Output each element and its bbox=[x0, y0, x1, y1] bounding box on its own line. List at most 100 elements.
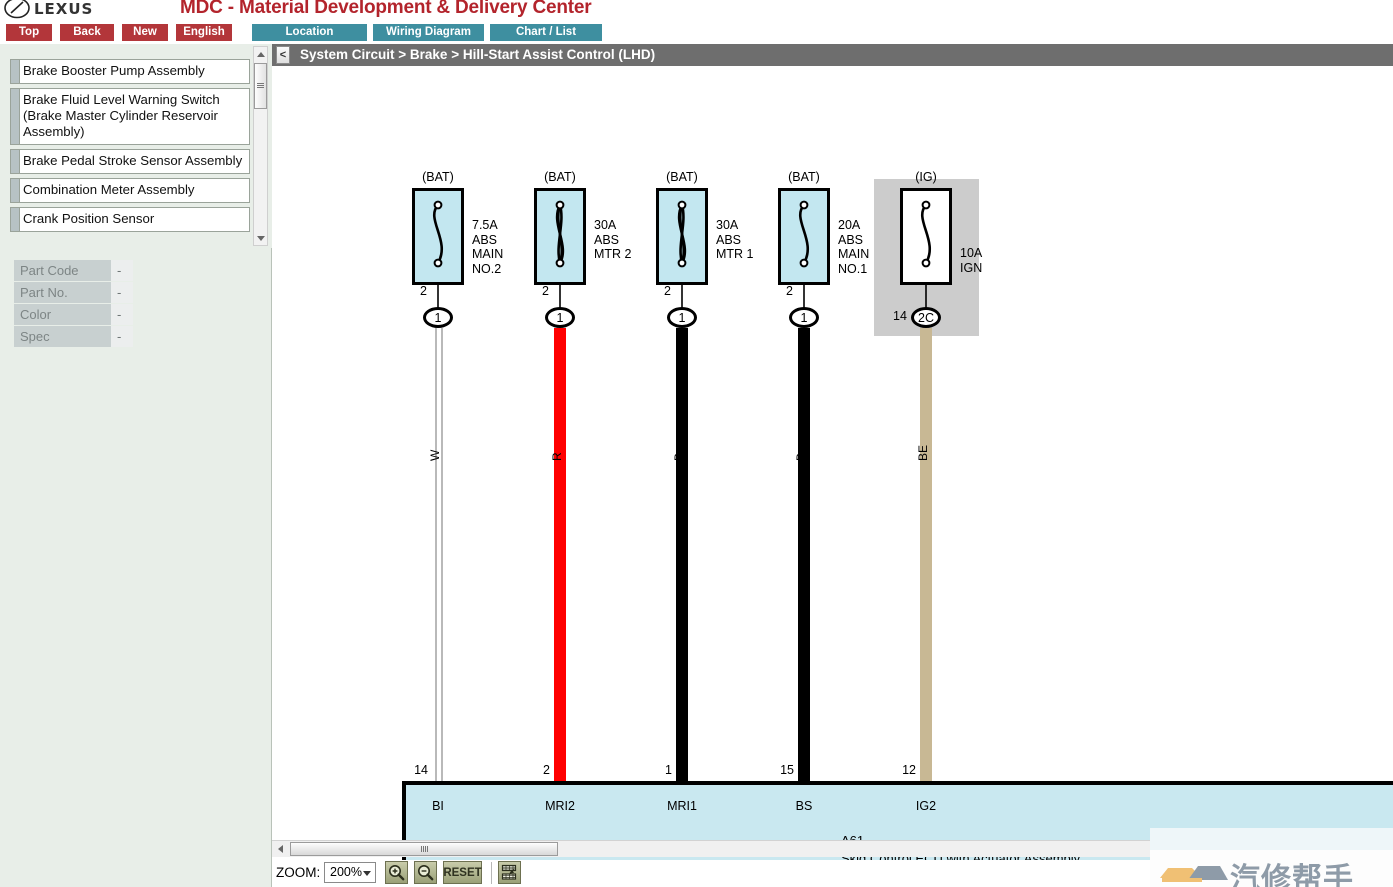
zoom-level-select[interactable]: 200% bbox=[324, 862, 376, 883]
nav-button-chart-list[interactable]: Chart / List bbox=[490, 24, 602, 41]
svg-text:LEXUS: LEXUS bbox=[34, 0, 93, 18]
ecu-terminal-2: MRI1 bbox=[667, 799, 697, 813]
breadcrumb: System Circuit > Brake > Hill-Start Assi… bbox=[300, 47, 656, 62]
navigation-button-row: Top Back New English Location Wiring Dia… bbox=[0, 24, 1393, 41]
sidebar-vertical-scrollbar[interactable] bbox=[253, 46, 268, 246]
sidebar: Brake Booster Pump Assembly Brake Fluid … bbox=[0, 44, 272, 887]
list-item-brake-booster-pump-assembly[interactable]: Brake Booster Pump Assembly bbox=[10, 59, 250, 84]
fuse-rating-label-4: 10A IGN bbox=[960, 246, 983, 275]
zoom-reset-button[interactable]: RESET bbox=[443, 861, 482, 884]
wire-color-code-0: W bbox=[428, 449, 442, 461]
hscrollbar-thumb[interactable] bbox=[290, 842, 558, 856]
toolbar-separator bbox=[491, 862, 492, 884]
zoom-out-icon bbox=[418, 865, 434, 881]
wire-2 bbox=[676, 328, 688, 781]
fuse-output-pin-2: 2 bbox=[664, 284, 671, 298]
info-label-part-no: Part No. bbox=[14, 282, 111, 303]
connector-oval-1[interactable]: 1 bbox=[545, 307, 575, 328]
wire-0-stroke-0 bbox=[435, 328, 437, 781]
nav-button-back[interactable]: Back bbox=[60, 24, 114, 41]
nav-button-english[interactable]: English bbox=[176, 24, 232, 41]
info-value-color: - bbox=[111, 304, 133, 325]
fuse-box-1[interactable] bbox=[534, 188, 586, 285]
fuse-box-2[interactable] bbox=[656, 188, 708, 285]
fuse-box-4[interactable] bbox=[900, 188, 952, 285]
fuse-element-icon bbox=[798, 200, 810, 268]
fuse-element-icon bbox=[555, 200, 565, 268]
fuse-source-label-2: (BAT) bbox=[666, 170, 698, 184]
wire-color-code-1: R bbox=[550, 452, 564, 461]
watermark-text: 汽修帮手 bbox=[1230, 862, 1354, 887]
fuse-source-label-1: (BAT) bbox=[544, 170, 576, 184]
fuse-element-icon bbox=[677, 200, 687, 268]
list-item-combination-meter-assembly[interactable]: Combination Meter Assembly bbox=[10, 178, 250, 203]
info-row-part-no: Part No. - bbox=[14, 282, 134, 303]
ecu-pin-number-1: 2 bbox=[543, 763, 550, 777]
top-header-bar: LEXUS MDC - Material Development & Deliv… bbox=[0, 0, 1393, 20]
fuse-rating-label-3: 20A ABS MAIN NO.1 bbox=[838, 218, 870, 276]
info-row-spec: Spec - bbox=[14, 326, 134, 347]
nav-button-top[interactable]: Top bbox=[6, 24, 52, 41]
fuse-box-3[interactable] bbox=[778, 188, 830, 285]
scroll-down-arrow-icon[interactable] bbox=[254, 231, 267, 245]
info-label-spec: Spec bbox=[14, 326, 111, 347]
parts-list: Brake Booster Pump Assembly Brake Fluid … bbox=[0, 44, 272, 248]
breadcrumb-bar: < System Circuit > Brake > Hill-Start As… bbox=[272, 44, 1393, 66]
connector-oval-4[interactable]: 2C bbox=[911, 307, 941, 328]
info-row-color: Color - bbox=[14, 304, 134, 325]
scroll-left-arrow-icon[interactable] bbox=[273, 842, 287, 856]
zoom-in-icon bbox=[389, 865, 405, 881]
zoom-in-button[interactable] bbox=[385, 861, 408, 884]
wire-4 bbox=[920, 328, 932, 781]
grid-select-icon bbox=[501, 864, 517, 880]
fuse-output-pin-0: 2 bbox=[420, 284, 427, 298]
wire-color-code-2: B bbox=[672, 452, 686, 461]
zoom-out-button[interactable] bbox=[414, 861, 437, 884]
car-logo-icon bbox=[1160, 866, 1228, 882]
list-item-crank-position-sensor[interactable]: Crank Position Sensor bbox=[10, 207, 250, 232]
ecu-pin-number-4: 12 bbox=[902, 763, 916, 777]
fuse-element-icon bbox=[432, 200, 444, 268]
fuse-box-0[interactable] bbox=[412, 188, 464, 285]
fuse-source-label-0: (BAT) bbox=[422, 170, 454, 184]
connector-oval-0[interactable]: 1 bbox=[423, 307, 453, 328]
wire-3 bbox=[798, 328, 810, 781]
ecu-terminal-1: MRI2 bbox=[545, 799, 575, 813]
fuse-element-icon bbox=[920, 200, 932, 268]
info-label-part-code: Part Code bbox=[14, 260, 111, 281]
ecu-terminal-4: IG2 bbox=[915, 799, 937, 813]
fuse-source-label-3: (BAT) bbox=[788, 170, 820, 184]
info-value-spec: - bbox=[111, 326, 133, 347]
info-value-part-no: - bbox=[111, 282, 133, 303]
ecu-terminal-0: BI bbox=[432, 799, 444, 813]
wire-1 bbox=[554, 328, 566, 781]
part-info-table: Part Code - Part No. - Color - Spec - bbox=[14, 260, 134, 348]
info-label-color: Color bbox=[14, 304, 111, 325]
fuse-rating-label-0: 7.5A ABS MAIN NO.2 bbox=[472, 218, 504, 276]
grid-select-button[interactable] bbox=[498, 861, 521, 884]
application-window: LEXUS MDC - Material Development & Deliv… bbox=[0, 0, 1393, 887]
fuse-output-pin-3: 2 bbox=[786, 284, 793, 298]
nav-button-wiring-diagram[interactable]: Wiring Diagram bbox=[373, 24, 484, 41]
list-item-brake-pedal-stroke-sensor-assembly[interactable]: Brake Pedal Stroke Sensor Assembly bbox=[10, 149, 250, 174]
scroll-up-arrow-icon[interactable] bbox=[254, 47, 267, 61]
breadcrumb-back-button[interactable]: < bbox=[276, 46, 290, 64]
wiring-diagram-canvas[interactable]: A61 Skid Control ECU with Actuator Assem… bbox=[272, 66, 1393, 863]
connector-oval-3[interactable]: 1 bbox=[789, 307, 819, 328]
scrollbar-thumb[interactable] bbox=[254, 63, 267, 109]
info-row-part-code: Part Code - bbox=[14, 260, 134, 281]
wire-0-stroke-1 bbox=[441, 328, 443, 781]
fuse-rating-label-2: 30A ABS MTR 1 bbox=[716, 218, 754, 261]
fuse-output-pin-1: 2 bbox=[542, 284, 549, 298]
wire-color-code-3: B bbox=[794, 452, 808, 461]
list-item-brake-fluid-level-warning-switch[interactable]: Brake Fluid Level Warning Switch (Brake … bbox=[10, 88, 250, 145]
ecu-terminal-3: BS bbox=[795, 799, 813, 813]
lexus-logo: LEXUS bbox=[4, 0, 124, 19]
connector-oval-2[interactable]: 1 bbox=[667, 307, 697, 328]
nav-button-location[interactable]: Location bbox=[252, 24, 367, 41]
info-value-part-code: - bbox=[111, 260, 133, 281]
ecu-pin-number-3: 15 bbox=[780, 763, 794, 777]
fuse-source-label-4: (IG) bbox=[915, 170, 937, 184]
page-title: MDC - Material Development & Delivery Ce… bbox=[180, 0, 592, 18]
nav-button-new[interactable]: New bbox=[122, 24, 168, 41]
